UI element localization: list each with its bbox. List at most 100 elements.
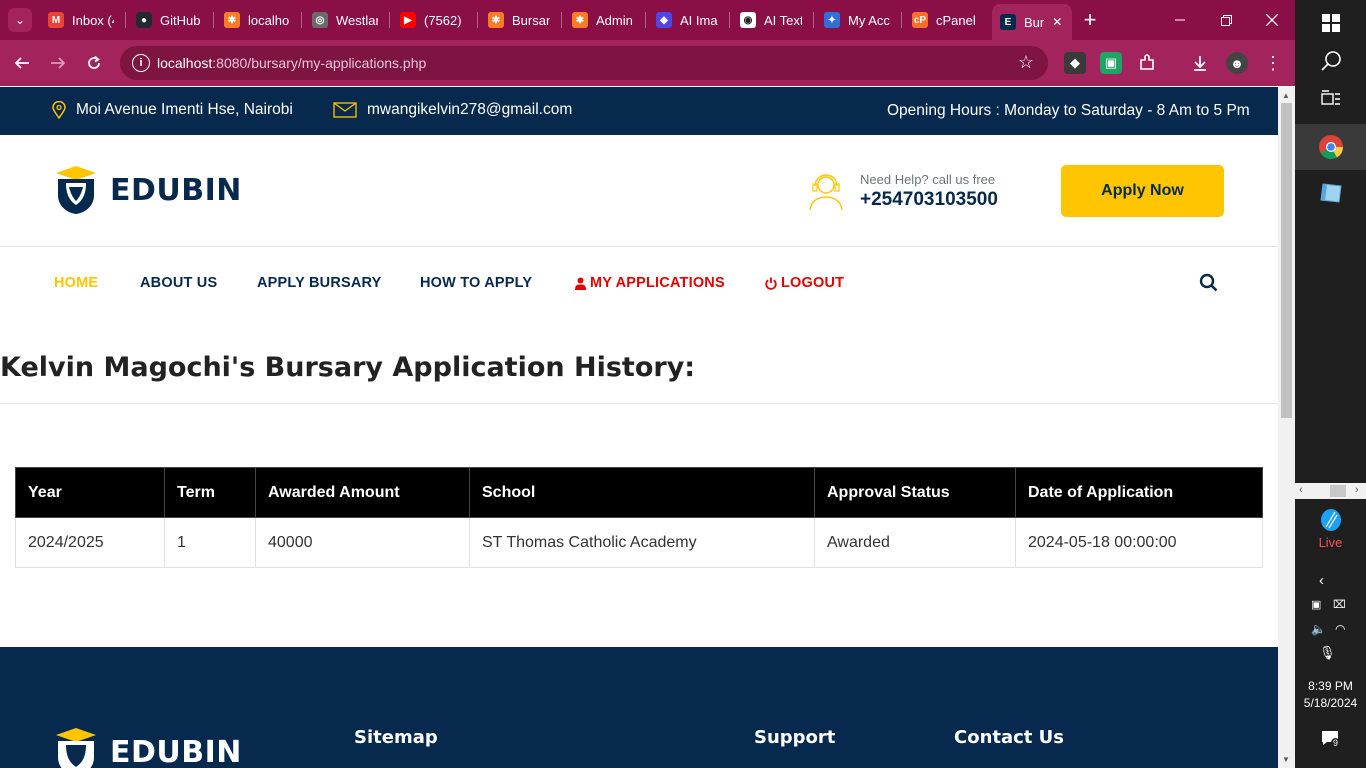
edubin-icon: E	[1000, 14, 1016, 30]
notification-count: 9	[1331, 738, 1341, 748]
nav-my-applications[interactable]: MY APPLICATIONS	[575, 275, 725, 291]
browser-tab[interactable]: ✱ localho	[216, 6, 298, 34]
browser-tab[interactable]: ◆ AI Imag	[648, 6, 726, 34]
minimize-button[interactable]	[1157, 0, 1203, 40]
address-bar[interactable]: i localhost:8080/bursary/my-applications…	[120, 46, 1048, 80]
nav-apply-bursary[interactable]: APPLY BURSARY	[257, 275, 382, 291]
browser-tab[interactable]: ✦ My Acc	[816, 6, 898, 34]
browser-tab[interactable]: ✱ Admin	[564, 6, 642, 34]
scroll-down-icon[interactable]: ▼	[1282, 755, 1290, 764]
task-view-button[interactable]	[1295, 76, 1366, 122]
tab-title: My Acc	[848, 12, 890, 28]
notification-center-button[interactable]: 9	[1321, 730, 1343, 752]
nav-home[interactable]: HOME	[54, 275, 98, 291]
close-tab-icon[interactable]: ✕	[1052, 15, 1062, 29]
cell-school: ST Thomas Catholic Academy	[469, 517, 815, 568]
chrome-icon	[1318, 135, 1343, 160]
scroll-right-icon[interactable]: ›	[1355, 484, 1359, 496]
map-pin-icon	[52, 101, 66, 119]
meet-now-icon[interactable]: ▣	[1311, 598, 1321, 611]
ai-text-icon: ◉	[740, 12, 756, 28]
extension-icon[interactable]: ◆	[1064, 52, 1086, 74]
puzzle-extensions-icon[interactable]	[1136, 52, 1158, 74]
password-extension-icon[interactable]: ▣	[1100, 52, 1122, 74]
tab-title: Bursary	[512, 12, 550, 28]
email-text[interactable]: mwangikelvin278@gmail.com	[367, 101, 572, 119]
headset-support-icon	[809, 174, 843, 211]
nav-how-to-apply[interactable]: HOW TO APPLY	[420, 275, 532, 291]
nav-about-us[interactable]: ABOUT US	[140, 275, 217, 291]
footer-logo[interactable]: EDUBIN	[54, 727, 242, 768]
scroll-left-icon[interactable]: ‹	[1299, 484, 1303, 496]
battery-icon[interactable]: ⌧	[1333, 598, 1346, 611]
microphone-icon[interactable]: 🎙	[1319, 645, 1336, 661]
scrollbar-thumb[interactable]	[1281, 103, 1292, 418]
browser-tab-bar: ⌄ M Inbox (4 ● GitHub ✱ localho ◎ Westlan ▶ (7562…	[0, 0, 1295, 40]
browser-tab[interactable]: ◉ AI Text	[732, 6, 810, 34]
tab-separator	[729, 12, 730, 28]
logo-text: EDUBIN	[110, 172, 242, 208]
tab-separator	[389, 12, 390, 28]
back-button[interactable]	[8, 49, 36, 77]
browser-tab[interactable]: M Inbox (4	[40, 6, 122, 34]
live-widget[interactable]: Live	[1295, 506, 1366, 552]
xampp-icon: ✱	[488, 12, 504, 28]
cell-awarded-amount: 40000	[255, 517, 470, 568]
phone-number[interactable]: +254703103500	[860, 189, 998, 211]
tab-separator	[813, 12, 814, 28]
forward-button[interactable]	[44, 49, 72, 77]
taskbar-chrome[interactable]	[1295, 124, 1366, 170]
graduate-logo-icon	[56, 728, 96, 768]
horizontal-scrollbar[interactable]: ‹ ›	[1295, 483, 1366, 499]
tab-separator	[901, 12, 902, 28]
tab-separator	[301, 12, 302, 28]
tab-title: Inbox (4	[72, 12, 114, 28]
search-icon	[1320, 51, 1341, 71]
clock-date: 5/18/2024	[1303, 696, 1358, 710]
wifi-icon[interactable]: ◠	[1335, 622, 1345, 636]
browser-tab[interactable]: ✱ Bursary	[480, 6, 558, 34]
page-scrollbar[interactable]: ▲ ▼	[1278, 87, 1295, 768]
reload-button[interactable]	[80, 49, 108, 77]
email-item[interactable]: mwangikelvin278@gmail.com	[333, 101, 572, 119]
nav-logout-label: LOGOUT	[781, 275, 845, 291]
system-clock[interactable]: 8:39 PM 5/18/2024	[1295, 678, 1366, 712]
menu-dots-icon[interactable]: ⋮	[1262, 52, 1284, 74]
restore-button[interactable]	[1203, 0, 1249, 40]
browser-tab[interactable]: ● GitHub	[128, 6, 210, 34]
close-window-button[interactable]	[1249, 0, 1295, 40]
scrollbar-thumb[interactable]	[1330, 485, 1346, 497]
site-info-icon[interactable]: i	[132, 54, 150, 72]
download-icon[interactable]	[1189, 52, 1211, 74]
tab-search-button[interactable]: ⌄	[8, 8, 32, 32]
app-window-icon	[1319, 183, 1342, 203]
browser-tab[interactable]: cP cPanel	[904, 6, 986, 34]
nav-my-applications-label: MY APPLICATIONS	[590, 275, 725, 291]
search-button[interactable]	[1199, 273, 1218, 297]
column-header-year: Year	[15, 467, 165, 518]
bookmark-star-icon[interactable]: ☆	[1018, 52, 1034, 73]
footer-sitemap-heading: Sitemap	[354, 727, 438, 748]
windows-taskbar: ‹ › Live ‹ ▣ ⌧ 🔈 ◠ 🎙 8:39 PM 5/18/2024 9	[1295, 0, 1366, 768]
scroll-up-icon[interactable]: ▲	[1282, 91, 1290, 100]
nav-logout[interactable]: LOGOUT	[765, 275, 844, 291]
browser-tab[interactable]: ▶ (7562) I	[392, 6, 474, 34]
restore-icon	[1220, 14, 1232, 26]
volume-icon[interactable]: 🔈	[1311, 622, 1326, 636]
tab-title: AI Text	[764, 12, 802, 28]
new-tab-button[interactable]: +	[1078, 7, 1102, 32]
reload-icon	[88, 55, 100, 69]
site-footer: EDUBIN Sitemap Support Contact Us	[0, 647, 1278, 768]
taskbar-app[interactable]	[1295, 170, 1366, 216]
browser-tab[interactable]: ◎ Westlan	[304, 6, 386, 34]
minimize-icon	[1175, 19, 1185, 21]
profile-avatar[interactable]: ☻	[1226, 52, 1248, 74]
help-label: Need Help? call us free	[860, 171, 996, 187]
browser-tab[interactable]: E Bur ✕	[992, 4, 1072, 40]
column-header-awarded-amount: Awarded Amount	[255, 467, 470, 518]
site-logo[interactable]: EDUBIN	[54, 165, 242, 215]
apply-now-button[interactable]: Apply Now	[1061, 165, 1224, 217]
chevron-left-icon[interactable]: ‹	[1319, 572, 1324, 589]
youtube-icon: ▶	[400, 12, 416, 28]
footer-logo-text: EDUBIN	[110, 734, 242, 768]
